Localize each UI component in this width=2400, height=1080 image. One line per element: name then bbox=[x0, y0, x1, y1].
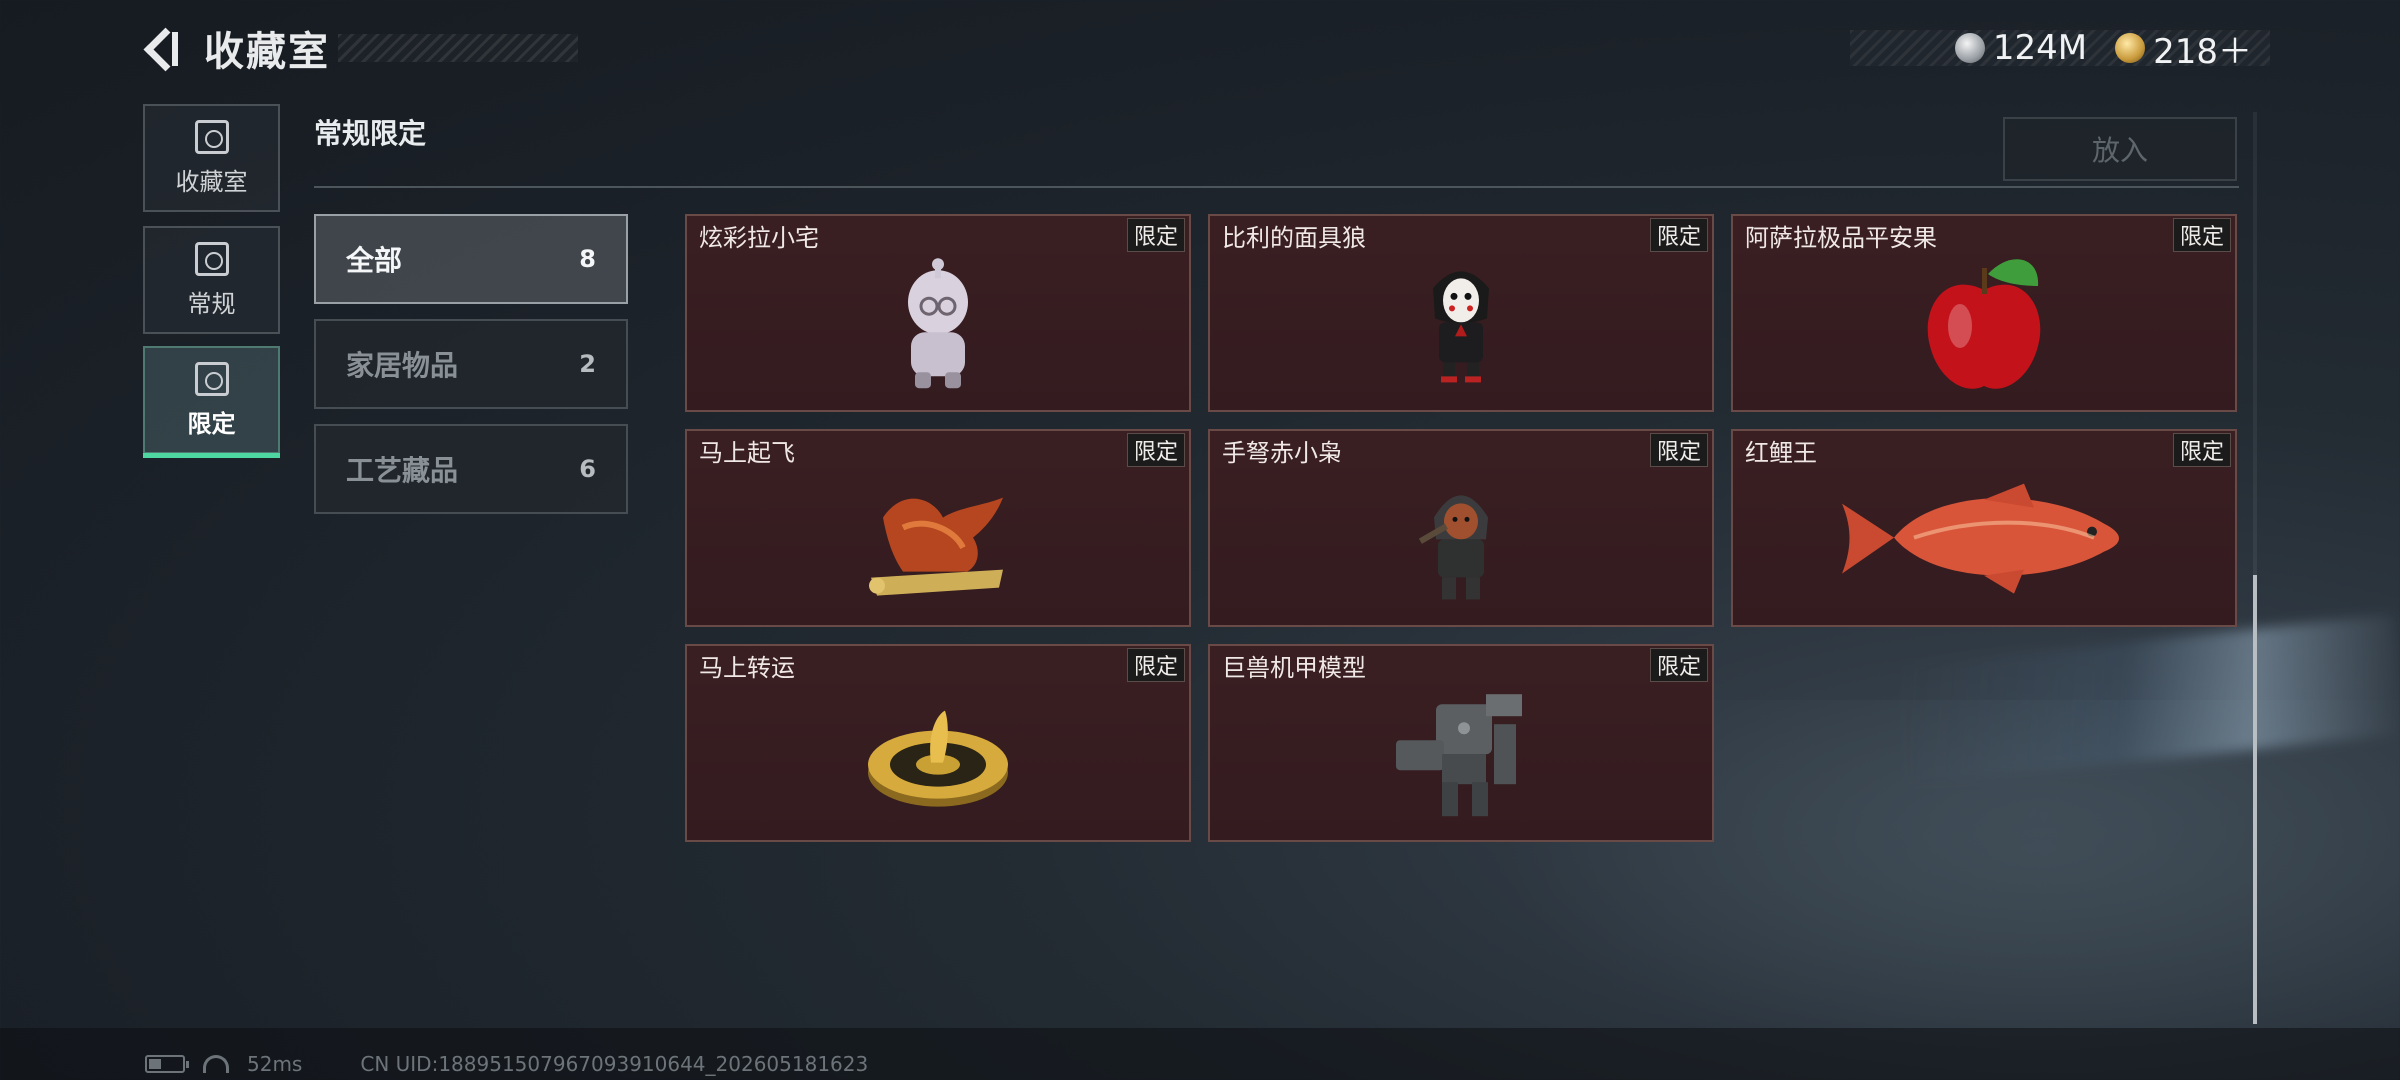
section-title: 常规限定 bbox=[314, 117, 427, 150]
wifi-icon bbox=[203, 1055, 229, 1073]
mech-model-icon bbox=[1396, 694, 1522, 817]
side-tab-label: 常规 bbox=[187, 289, 236, 318]
silver-coin-icon bbox=[1954, 33, 1985, 63]
limited-badge: 限定 bbox=[1126, 648, 1185, 682]
side-tab-limited[interactable]: 限定 bbox=[143, 346, 280, 458]
item-name: 马上转运 bbox=[699, 654, 795, 682]
horse-sculpture-icon bbox=[869, 497, 1003, 596]
category-count: 6 bbox=[579, 455, 596, 483]
item-card[interactable]: 马上起飞 限定 bbox=[685, 429, 1191, 627]
item-name: 红鲤王 bbox=[1745, 439, 1817, 467]
item-name: 炫彩拉小宅 bbox=[699, 224, 819, 252]
item-name: 巨兽机甲模型 bbox=[1222, 654, 1366, 682]
put-in-button[interactable]: 放入 bbox=[2003, 117, 2237, 181]
category-craft[interactable]: 工艺藏品 6 bbox=[314, 424, 628, 514]
side-tab-label: 收藏室 bbox=[175, 167, 248, 196]
item-card[interactable]: 巨兽机甲模型 限定 bbox=[1208, 644, 1714, 842]
category-count: 2 bbox=[579, 350, 596, 378]
limited-badge: 限定 bbox=[2172, 433, 2231, 467]
uid-text: CN UID:1889515079670939106​44_2026051816… bbox=[360, 1052, 869, 1076]
section-divider bbox=[314, 186, 2239, 188]
item-card[interactable]: 阿萨拉极品平安果 限定 bbox=[1731, 214, 2237, 412]
mask-figure-icon bbox=[1433, 271, 1489, 383]
hooded-figure-icon bbox=[1418, 495, 1488, 600]
battery-icon bbox=[145, 1055, 189, 1073]
gold-coin-icon bbox=[2115, 33, 2146, 63]
back-arrow-icon[interactable] bbox=[140, 24, 184, 72]
category-label: 家居物品 bbox=[346, 349, 459, 382]
limited-badge: 限定 bbox=[1649, 218, 1708, 252]
title-decoration bbox=[338, 34, 578, 62]
limited-badge: 限定 bbox=[1649, 648, 1708, 682]
scrollbar-thumb[interactable] bbox=[2253, 575, 2257, 1024]
limited-badge: 限定 bbox=[1649, 433, 1708, 467]
item-card[interactable]: 手弩赤小枭 限定 bbox=[1208, 429, 1714, 627]
side-tab-collection[interactable]: 收藏室 bbox=[143, 104, 280, 212]
currency-gold[interactable]: 218＋ bbox=[2115, 24, 2252, 73]
golden-wheel-icon bbox=[868, 710, 1008, 807]
item-card[interactable]: 红鲤王 限定 bbox=[1731, 429, 2237, 627]
category-label: 工艺藏品 bbox=[346, 454, 459, 487]
regular-icon bbox=[194, 241, 229, 276]
category-home[interactable]: 家居物品 2 bbox=[314, 319, 628, 409]
limited-badge: 限定 bbox=[1126, 218, 1185, 252]
item-name: 比利的面具狼 bbox=[1222, 224, 1366, 252]
item-name: 手弩赤小枭 bbox=[1222, 439, 1342, 467]
item-card[interactable]: 炫彩拉小宅 限定 bbox=[685, 214, 1191, 412]
collection-icon bbox=[194, 119, 229, 154]
item-name: 马上起飞 bbox=[699, 439, 795, 467]
limited-badge: 限定 bbox=[2172, 218, 2231, 252]
category-count: 8 bbox=[579, 245, 596, 273]
figurine-kid-icon bbox=[908, 258, 968, 389]
currency-bar: 124M 218＋ bbox=[1850, 28, 2270, 72]
currency-silver[interactable]: 124M bbox=[1954, 28, 2088, 68]
status-bar: 52ms CN UID:1889515079670939106​44_20260… bbox=[145, 1050, 868, 1078]
category-label: 全部 bbox=[346, 244, 403, 277]
limited-icon bbox=[194, 361, 229, 396]
currency-value: 124M bbox=[1992, 28, 2088, 68]
category-all[interactable]: 全部 8 bbox=[314, 214, 628, 304]
apple-icon bbox=[1927, 259, 2041, 389]
limited-badge: 限定 bbox=[1126, 433, 1185, 467]
side-tab-label: 限定 bbox=[187, 409, 236, 438]
ping-text: 52ms bbox=[247, 1052, 303, 1076]
side-tab-regular[interactable]: 常规 bbox=[143, 226, 280, 334]
item-name: 阿萨拉极品平安果 bbox=[1745, 224, 1937, 252]
item-card[interactable]: 马上转运 限定 bbox=[685, 644, 1191, 842]
carp-fish-icon bbox=[1842, 483, 2119, 594]
page-title: 收藏室 bbox=[204, 29, 330, 75]
header: 收藏室 bbox=[140, 22, 578, 75]
item-card[interactable]: 比利的面具狼 限定 bbox=[1208, 214, 1714, 412]
currency-value: 218＋ bbox=[2153, 31, 2252, 72]
